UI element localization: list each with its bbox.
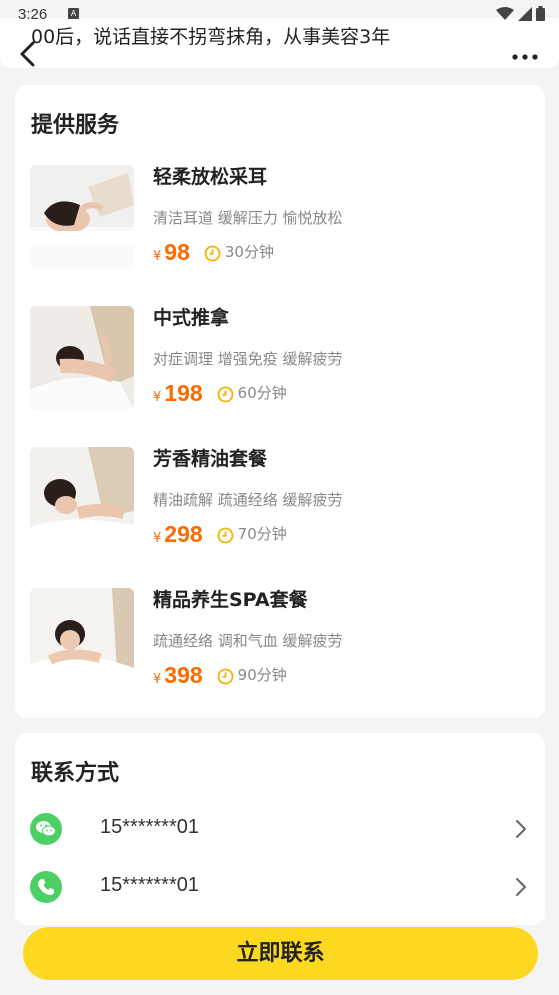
service-desc: 疏通经络 调和气血 缓解疲劳 bbox=[153, 632, 343, 650]
notification-a-icon: A bbox=[68, 8, 79, 19]
service-name: 芳香精油套餐 bbox=[153, 448, 268, 470]
currency-symbol: ¥ bbox=[153, 249, 162, 264]
wifi-icon bbox=[496, 6, 514, 20]
back-arrow-icon[interactable] bbox=[17, 40, 39, 68]
contact-section-title: 联系方式 bbox=[31, 761, 120, 786]
status-time: 3:26 bbox=[18, 6, 48, 23]
phone-icon bbox=[30, 871, 62, 903]
service-price: 398 bbox=[164, 662, 203, 688]
price-row: ¥ 298 70分钟 bbox=[153, 521, 287, 548]
services-section-title: 提供服务 bbox=[31, 113, 120, 138]
services-card: 提供服务 轻柔放松采耳 清洁耳道 缓解压力 愉悦放松 ¥ 98 30分钟 中式推… bbox=[15, 85, 545, 718]
service-thumbnail bbox=[30, 447, 134, 551]
service-thumbnail bbox=[30, 588, 134, 692]
clock-icon bbox=[204, 245, 221, 262]
clock-icon bbox=[217, 386, 234, 403]
contact-number: 15*******01 bbox=[100, 816, 199, 838]
chevron-right-icon bbox=[516, 820, 526, 838]
contact-row-wechat[interactable]: 15*******01 bbox=[30, 809, 530, 849]
currency-symbol: ¥ bbox=[153, 390, 162, 405]
battery-icon bbox=[536, 6, 545, 21]
contact-now-button[interactable]: 立即联系 bbox=[23, 927, 538, 980]
service-item-ear-cleaning[interactable]: 轻柔放松采耳 清洁耳道 缓解压力 愉悦放松 ¥ 98 30分钟 bbox=[30, 165, 530, 271]
status-bar: 3:26 A bbox=[0, 0, 559, 28]
chevron-right-icon bbox=[516, 878, 526, 896]
clock-icon bbox=[217, 527, 234, 544]
service-desc: 精油疏解 疏通经络 缓解疲劳 bbox=[153, 491, 343, 509]
service-desc: 对症调理 增强免疫 缓解疲劳 bbox=[153, 350, 343, 368]
service-item-aroma-oil[interactable]: 芳香精油套餐 精油疏解 疏通经络 缓解疲劳 ¥ 298 70分钟 bbox=[30, 447, 530, 553]
service-desc: 清洁耳道 缓解压力 愉悦放松 bbox=[153, 209, 343, 227]
currency-symbol: ¥ bbox=[153, 672, 162, 687]
service-thumbnail bbox=[30, 165, 134, 269]
service-thumbnail bbox=[30, 306, 134, 410]
service-duration: 90分钟 bbox=[217, 664, 287, 685]
service-name: 精品养生SPA套餐 bbox=[153, 589, 308, 611]
service-duration: 30分钟 bbox=[204, 241, 274, 262]
service-name: 中式推拿 bbox=[153, 307, 230, 329]
service-name: 轻柔放松采耳 bbox=[153, 166, 268, 188]
signal-icon bbox=[518, 6, 532, 21]
price-row: ¥ 98 30分钟 bbox=[153, 239, 274, 266]
duration-text: 30分钟 bbox=[224, 243, 274, 261]
service-duration: 70分钟 bbox=[217, 523, 287, 544]
contact-row-phone[interactable]: 15*******01 bbox=[30, 867, 530, 907]
service-item-chinese-massage[interactable]: 中式推拿 对症调理 增强免疫 缓解疲劳 ¥ 198 60分钟 bbox=[30, 306, 530, 412]
price-row: ¥ 198 60分钟 bbox=[153, 380, 287, 407]
service-item-spa-package[interactable]: 精品养生SPA套餐 疏通经络 调和气血 缓解疲劳 ¥ 398 90分钟 bbox=[30, 588, 530, 694]
price-row: ¥ 398 90分钟 bbox=[153, 662, 287, 689]
service-price: 298 bbox=[164, 521, 203, 547]
more-options-icon[interactable] bbox=[511, 52, 539, 62]
service-price: 98 bbox=[164, 239, 190, 265]
duration-text: 70分钟 bbox=[237, 525, 287, 543]
duration-text: 60分钟 bbox=[237, 384, 287, 402]
contact-number: 15*******01 bbox=[100, 874, 199, 896]
status-indicators bbox=[496, 6, 545, 21]
service-price: 198 bbox=[164, 380, 203, 406]
wechat-icon bbox=[30, 813, 62, 845]
service-duration: 60分钟 bbox=[217, 382, 287, 403]
duration-text: 90分钟 bbox=[237, 666, 287, 684]
contact-card: 联系方式 15*******01 15*******01 bbox=[15, 733, 545, 925]
clock-icon bbox=[217, 668, 234, 685]
currency-symbol: ¥ bbox=[153, 531, 162, 546]
